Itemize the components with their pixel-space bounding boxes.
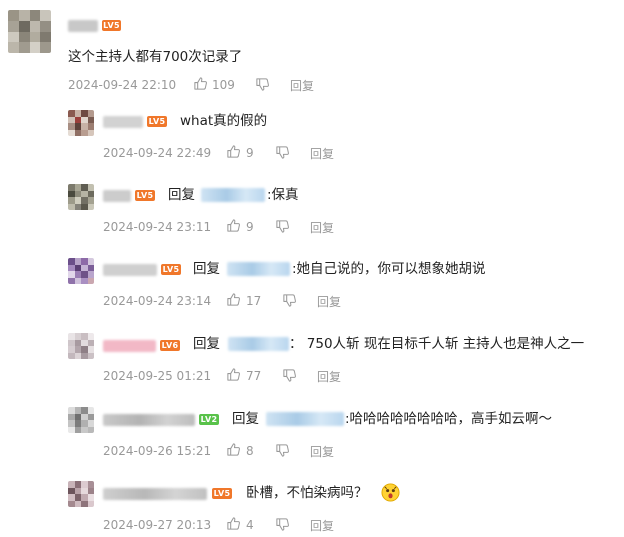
level-badge: LV5 [161,264,181,275]
mention-username[interactable] [201,188,265,202]
timestamp: 2024-09-24 23:14 [103,294,212,308]
thumbs-down-icon[interactable] [275,219,290,234]
reply-text: :哈哈哈哈哈哈哈哈，高手如云啊～ [345,411,553,427]
comment-text: 这个主持人都有700次记录了 [68,49,243,65]
reply-button[interactable]: 回复 [290,79,314,93]
thumbs-down-icon[interactable] [255,77,270,92]
reply-prefix: 回复 [232,411,259,427]
username[interactable] [103,264,157,276]
thumbs-up-icon[interactable] [226,367,241,382]
thumbs-down-icon[interactable] [275,443,290,458]
like-count: 9 [246,146,254,160]
username[interactable] [103,190,131,202]
like-count: 77 [246,369,262,383]
like-count: 9 [246,220,254,234]
level-badge: LV5 [212,488,232,499]
avatar[interactable] [68,407,94,433]
avatar[interactable] [68,184,94,210]
reply-prefix: 回复 [193,336,220,352]
thumbs-up-icon[interactable] [226,442,241,457]
avatar[interactable] [68,333,94,359]
username[interactable] [103,488,207,500]
thumbs-down-icon[interactable] [282,293,297,308]
level-badge: LV2 [199,414,219,425]
reply-text: 卧槽，不怕染病吗？ [246,485,368,501]
reply-button[interactable]: 回复 [310,147,334,161]
username[interactable] [103,116,143,128]
timestamp: 2024-09-27 20:13 [103,518,212,532]
thumbs-up-icon[interactable] [226,292,241,307]
level-badge: LV5 [135,190,155,201]
timestamp: 2024-09-24 23:11 [103,220,212,234]
thumbs-down-icon[interactable] [282,368,297,383]
avatar[interactable] [68,481,94,507]
thumbs-down-icon[interactable] [275,145,290,160]
thumbs-up-icon[interactable] [226,516,241,531]
mention-username[interactable] [227,262,290,276]
like-count: 8 [246,444,254,458]
level-badge: LV5 [102,20,121,31]
username[interactable] [103,414,195,426]
reply-button[interactable]: 回复 [310,519,334,533]
like-count: 4 [246,518,254,532]
thumbs-up-icon[interactable] [226,218,241,233]
reply-button[interactable]: 回复 [317,295,341,309]
thumbs-up-icon[interactable] [193,76,208,91]
comment-thread: LV5 这个主持人都有700次记录了 2024-09-24 22:10 109 … [0,0,624,537]
reply-text: what真的假的 [180,113,268,129]
timestamp: 2024-09-26 15:21 [103,444,212,458]
reply-text: ： 750人斩 现在目标千人斩 主持人也是神人之一 [289,336,585,352]
surprised-face-icon [381,483,400,502]
reply-button[interactable]: 回复 [310,445,334,459]
level-badge: LV6 [160,340,180,351]
username[interactable] [103,340,156,352]
timestamp: 2024-09-24 22:49 [103,146,212,160]
timestamp: 2024-09-24 22:10 [68,78,177,92]
timestamp: 2024-09-25 01:21 [103,369,212,383]
avatar[interactable] [68,110,94,136]
like-count: 109 [212,78,235,92]
level-badge: LV5 [147,116,167,127]
mention-username[interactable] [266,412,344,426]
like-count: 17 [246,294,262,308]
mention-username[interactable] [228,337,289,351]
reply-text: :保真 [267,187,299,203]
thumbs-down-icon[interactable] [275,517,290,532]
reply-button[interactable]: 回复 [317,370,341,384]
reply-prefix: 回复 [193,261,220,277]
username[interactable] [68,20,98,32]
thumbs-up-icon[interactable] [226,144,241,159]
avatar[interactable] [68,258,94,284]
reply-button[interactable]: 回复 [310,221,334,235]
reply-text: :她自己说的，你可以想象她胡说 [292,261,486,277]
avatar[interactable] [8,10,51,53]
reply-prefix: 回复 [168,187,195,203]
